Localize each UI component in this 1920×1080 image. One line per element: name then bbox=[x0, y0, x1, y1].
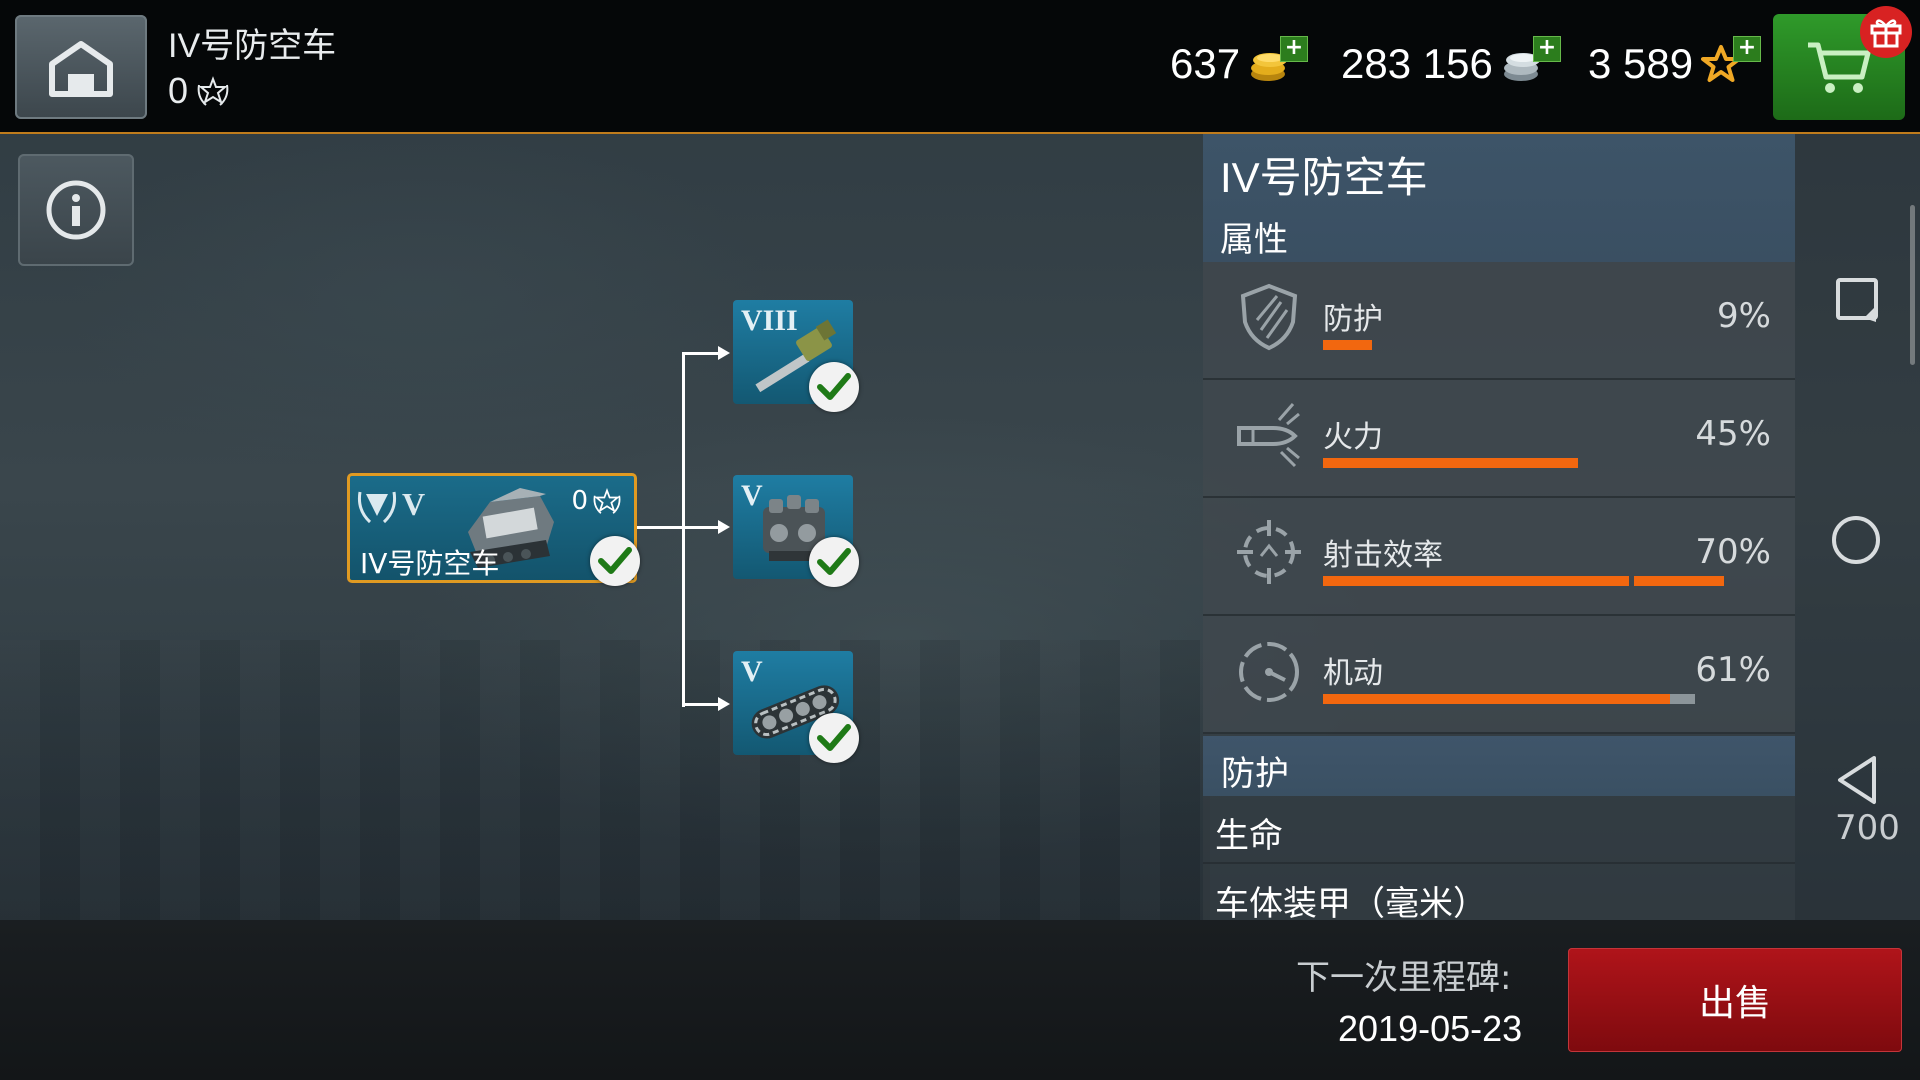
silver-amount: 283 156 bbox=[1341, 40, 1493, 87]
stat-value: 45% bbox=[1695, 414, 1771, 454]
module-tracks[interactable]: V bbox=[733, 651, 859, 763]
milestone-date: 2019-05-23 bbox=[1338, 1008, 1523, 1049]
checkmark-icon bbox=[817, 548, 851, 575]
silver-counter[interactable]: 283 156 bbox=[1341, 38, 1545, 90]
buy-silver-plus[interactable]: + bbox=[1533, 36, 1561, 62]
info-icon bbox=[46, 180, 106, 240]
tree-connector bbox=[637, 526, 684, 529]
gift-button[interactable] bbox=[1860, 6, 1912, 58]
stat-value: 61% bbox=[1695, 650, 1771, 690]
row-label: 车体装甲（毫米） bbox=[1215, 884, 1487, 924]
stat-bar bbox=[1323, 458, 1578, 468]
garage-floor bbox=[0, 640, 1210, 920]
tank-node[interactable]: V 0 IV号防空车 bbox=[347, 473, 640, 586]
stat-label: 射击效率 bbox=[1323, 538, 1443, 573]
checkmark-icon bbox=[598, 547, 632, 574]
free-xp-amount: 3 589 bbox=[1588, 40, 1694, 87]
stat-value: 9% bbox=[1717, 296, 1771, 336]
milestone-label: 下一次里程碑: bbox=[1296, 958, 1512, 998]
row-value: 700 bbox=[1835, 808, 1900, 848]
tank-tier: V bbox=[402, 486, 426, 522]
checkmark-icon bbox=[817, 724, 851, 751]
info-button[interactable] bbox=[18, 154, 134, 266]
tank-class-icon bbox=[358, 491, 396, 524]
buy-free-xp-plus[interactable]: + bbox=[1733, 36, 1761, 62]
stat-value: 70% bbox=[1695, 532, 1771, 572]
buy-gold-plus[interactable]: + bbox=[1280, 36, 1308, 62]
arrow-right-icon bbox=[718, 346, 730, 360]
tank-name-title: IV号防空车 bbox=[168, 27, 337, 65]
tank-node-name: IV号防空车 bbox=[360, 547, 500, 580]
shell-icon bbox=[1237, 403, 1300, 468]
tree-connector bbox=[682, 703, 720, 706]
back-triangle-icon[interactable] bbox=[1832, 752, 1882, 808]
stat-row-firepower[interactable]: 火力 45% bbox=[1203, 380, 1795, 498]
checkmark-icon bbox=[817, 373, 851, 400]
arrow-right-icon bbox=[718, 697, 730, 711]
gold-counter[interactable]: 637 bbox=[1170, 38, 1292, 90]
panel-scrollbar[interactable] bbox=[1910, 205, 1915, 365]
gold-amount: 637 bbox=[1170, 40, 1241, 87]
row-health: 生命 700 bbox=[1203, 796, 1900, 864]
stat-bar bbox=[1323, 694, 1670, 704]
tank-mastery-count: 0 bbox=[571, 486, 588, 516]
module-engine[interactable]: V bbox=[733, 475, 859, 587]
tree-connector bbox=[682, 526, 720, 529]
section-title: 防护 bbox=[1221, 754, 1289, 794]
researched-check bbox=[590, 536, 640, 586]
crosshair-icon bbox=[1237, 520, 1301, 584]
stat-bar bbox=[1323, 340, 1372, 350]
garage-home-button[interactable] bbox=[15, 15, 147, 119]
mastery-counter: 0 bbox=[168, 70, 230, 112]
circle-outline-icon bbox=[1832, 516, 1880, 564]
mastery-badge-icon bbox=[593, 488, 621, 514]
panel-tank-name: IV号防空车 bbox=[1220, 154, 1428, 201]
square-outline-icon bbox=[1836, 278, 1878, 322]
tank-mastery: 0 bbox=[571, 486, 622, 516]
stat-row-protection[interactable]: 防护 9% bbox=[1203, 262, 1795, 380]
arrow-right-icon bbox=[718, 520, 730, 534]
speedometer-icon bbox=[1239, 642, 1299, 702]
panel-subtitle: 属性 bbox=[1220, 220, 1288, 260]
row-label: 生命 bbox=[1215, 816, 1283, 856]
stat-row-shooting-efficiency[interactable]: 射击效率 70% bbox=[1203, 498, 1795, 616]
free-xp-counter[interactable]: 3 589 bbox=[1588, 38, 1742, 90]
stat-bar bbox=[1323, 576, 1629, 586]
stat-bar-extension bbox=[1634, 576, 1724, 586]
mastery-badge-icon bbox=[197, 76, 229, 106]
module-gun[interactable]: VIII bbox=[733, 300, 859, 412]
stat-label: 火力 bbox=[1323, 420, 1383, 455]
stat-label: 防护 bbox=[1323, 302, 1383, 337]
stat-row-mobility[interactable]: 机动 61% bbox=[1203, 616, 1795, 734]
tree-connector bbox=[682, 352, 685, 707]
section-protection-header: 防护 bbox=[1203, 736, 1795, 796]
stat-label: 机动 bbox=[1323, 656, 1383, 691]
researched-check bbox=[809, 362, 859, 412]
researched-check bbox=[809, 537, 859, 587]
shield-icon bbox=[1240, 283, 1298, 351]
tree-connector bbox=[682, 352, 720, 355]
stat-bar-ghost bbox=[1670, 694, 1695, 704]
top-bar: IV号防空车 0 637 + 283 156 + 3 589 + bbox=[0, 0, 1920, 134]
gift-icon bbox=[1870, 19, 1902, 48]
garage-icon bbox=[49, 41, 113, 97]
mastery-count: 0 bbox=[168, 70, 189, 111]
researched-check bbox=[809, 713, 859, 763]
sell-button[interactable]: 出售 bbox=[1568, 948, 1902, 1052]
